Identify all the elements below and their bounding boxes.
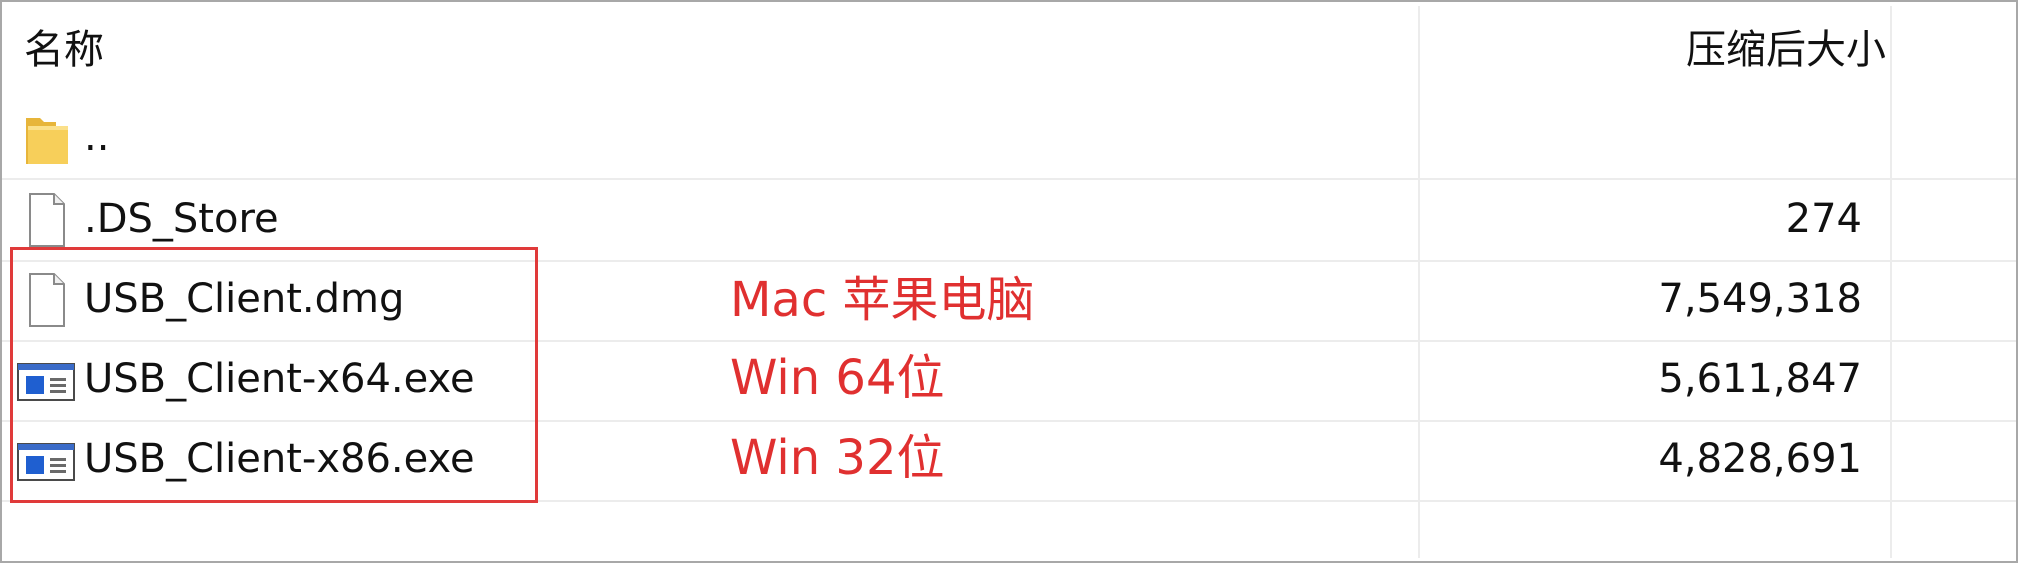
file-size: 4,828,691 [1658, 436, 1862, 482]
annotation-win64: Win 64位 [730, 350, 945, 406]
file-size: 5,611,847 [1658, 356, 1862, 402]
file-name: .. [84, 114, 110, 160]
column-header-name[interactable]: 名称 [24, 24, 104, 76]
folder-icon [26, 118, 68, 164]
highlight-box [10, 247, 538, 503]
column-header-compressed-size[interactable]: 压缩后大小 [1686, 24, 1886, 76]
document-icon [29, 193, 65, 247]
archive-file-list: 名称 压缩后大小 .. .DS_Store 274 USB_Client.dmg… [0, 0, 2018, 563]
file-size: 7,549,318 [1658, 276, 1862, 322]
column-header: 名称 压缩后大小 [2, 2, 2016, 98]
file-name: .DS_Store [84, 196, 279, 242]
file-size: 274 [1785, 196, 1862, 242]
annotation-win32: Win 32位 [730, 430, 945, 486]
annotation-mac: Mac 苹果电脑 [730, 272, 1035, 328]
file-row[interactable]: .. [2, 98, 2016, 180]
